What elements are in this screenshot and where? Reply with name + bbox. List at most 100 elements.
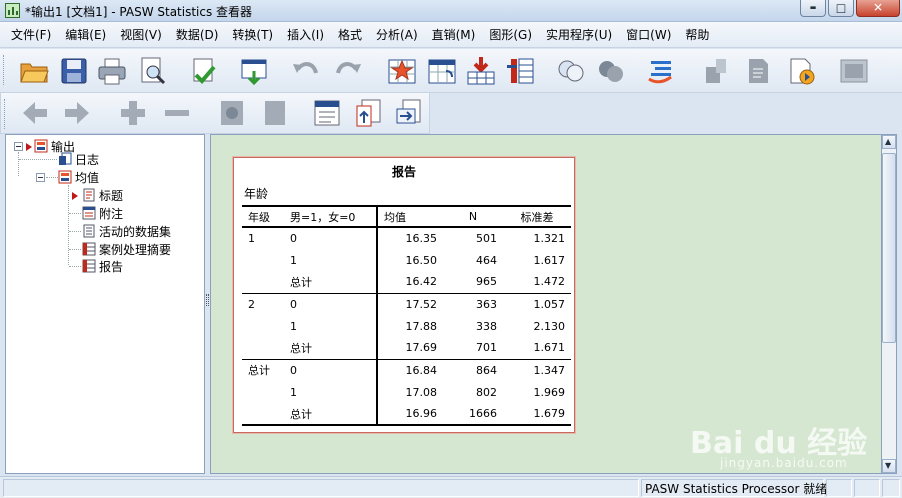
cell-sd: 1.347 xyxy=(503,358,571,381)
cell-sd: 1.969 xyxy=(533,385,566,399)
insert-cases-icon[interactable] xyxy=(465,55,497,87)
spelling-icon[interactable] xyxy=(700,55,732,87)
show-all-variables-icon[interactable] xyxy=(645,55,677,87)
forward-arrow-icon[interactable] xyxy=(61,97,93,129)
tree-node-active-dataset[interactable]: 活动的数据集 xyxy=(82,223,171,239)
cell-grade: 2 xyxy=(242,292,284,315)
notes-icon xyxy=(82,206,96,220)
cell-n: 965 xyxy=(476,275,497,289)
minimize-button[interactable]: ▬ xyxy=(800,0,826,17)
menu-help[interactable]: 帮助 xyxy=(678,23,716,47)
menu-edit[interactable]: 编辑(E) xyxy=(58,23,113,47)
means-book-icon xyxy=(58,170,72,184)
insert-text-icon[interactable] xyxy=(393,97,425,129)
title-icon xyxy=(82,188,96,202)
cell-sd: 1.679 xyxy=(503,403,571,426)
table-row: 总计 16.42 965 1.472 xyxy=(242,271,571,293)
back-arrow-icon[interactable] xyxy=(19,97,51,129)
insert-variable-icon[interactable] xyxy=(505,55,537,87)
hide-icon[interactable] xyxy=(259,97,291,129)
print-preview-icon[interactable] xyxy=(136,55,168,87)
goto-variable-icon[interactable] xyxy=(426,55,458,87)
menu-transform[interactable]: 转换(T) xyxy=(225,23,280,47)
goto-case-icon[interactable] xyxy=(386,55,418,87)
collapse-means-toggle[interactable] xyxy=(36,173,45,182)
active-dataset-icon xyxy=(82,224,96,238)
collapse-minus-icon[interactable] xyxy=(161,97,193,129)
tree-node-case-summary-label: 案例处理摘要 xyxy=(99,242,172,257)
case-summary-icon xyxy=(82,242,96,256)
tree-node-notes[interactable]: 附注 xyxy=(82,205,123,221)
scroll-down-button[interactable]: ▼ xyxy=(882,459,896,473)
tree-node-report[interactable]: 报告 xyxy=(82,258,123,274)
menu-graphs[interactable]: 图形(G) xyxy=(482,23,539,47)
maximize-icon: □ xyxy=(835,1,847,15)
splitter-grip-icon xyxy=(206,294,209,306)
header-mean: 均值 xyxy=(376,205,443,228)
tree-node-case-summary[interactable]: 案例处理摘要 xyxy=(82,241,171,257)
collapse-output-toggle[interactable] xyxy=(14,142,23,151)
print-icon[interactable] xyxy=(96,55,128,87)
expand-plus-icon[interactable] xyxy=(117,97,149,129)
cell-mean: 17.88 xyxy=(376,315,443,337)
maximize-button[interactable]: □ xyxy=(828,0,854,17)
cell-mean: 16.42 xyxy=(376,271,443,293)
menu-direct-marketing[interactable]: 直销(M) xyxy=(425,23,483,47)
tree-node-log[interactable]: 日志 xyxy=(58,151,99,167)
table-row: 总计 0 16.84 864 1.347 xyxy=(242,358,571,381)
outline-toolbar xyxy=(0,93,430,134)
outline-pane[interactable]: 输出 日志 均值 标题 附注 活动的数据集 案例处理摘要 报告 xyxy=(5,134,205,474)
menu-insert[interactable]: 插入(I) xyxy=(280,23,331,47)
cell-n: 864 xyxy=(443,358,503,381)
scroll-up-button[interactable]: ▲ xyxy=(882,135,896,149)
cell-grade: 总计 xyxy=(242,358,284,381)
cell-gender: 1 xyxy=(290,385,297,399)
insert-title-icon[interactable] xyxy=(353,97,385,129)
table-row: 1 16.50 464 1.617 xyxy=(242,249,571,271)
menu-file[interactable]: 文件(F) xyxy=(4,23,58,47)
menu-window[interactable]: 窗口(W) xyxy=(619,23,678,47)
scroll-thumb[interactable] xyxy=(882,153,896,343)
table-row: 1 0 16.35 501 1.321 xyxy=(242,227,571,249)
tree-connector xyxy=(18,152,19,176)
cell-n: 802 xyxy=(476,385,497,399)
open-folder-icon[interactable] xyxy=(18,55,50,87)
close-button[interactable]: ✕ xyxy=(856,0,900,17)
tree-node-title[interactable]: 标题 xyxy=(82,187,123,203)
menu-format[interactable]: 格式 xyxy=(331,23,369,47)
vertical-scrollbar[interactable]: ▲ ▼ xyxy=(881,134,897,474)
menu-data[interactable]: 数据(D) xyxy=(169,23,226,47)
report-pivot-table[interactable]: 报告 年龄 年级 男=1，女=0 均值 N 标准差 1 0 16.35 501 1.32… xyxy=(233,157,575,433)
menu-view[interactable]: 视图(V) xyxy=(113,23,169,47)
cell-n: 501 xyxy=(476,232,497,245)
cell-gender: 0 xyxy=(284,292,377,315)
cell-sd: 2.130 xyxy=(533,319,566,333)
insert-heading-icon[interactable] xyxy=(311,97,343,129)
menu-analyze[interactable]: 分析(A) xyxy=(369,23,425,47)
designate-window-icon[interactable] xyxy=(785,55,817,87)
title-bar: *输出1 [文档1] - PASW Statistics 查看器 ▬ □ ✕ xyxy=(0,0,902,22)
show-icon[interactable] xyxy=(216,97,248,129)
use-variable-sets-icon[interactable] xyxy=(595,55,627,87)
tree-connector xyxy=(69,213,81,214)
menu-utilities[interactable]: 实用程序(U) xyxy=(539,23,619,47)
redo-icon[interactable] xyxy=(332,55,364,87)
cell-sd: 1.472 xyxy=(533,275,566,289)
save-icon[interactable] xyxy=(58,55,90,87)
report-table-icon xyxy=(82,259,96,273)
tree-node-means[interactable]: 均值 xyxy=(58,169,99,185)
run-script-icon[interactable] xyxy=(742,55,774,87)
tree-connector xyxy=(69,249,81,250)
tree-connector xyxy=(69,231,81,232)
processor-status: PASW Statistics Processor 就绪 xyxy=(645,482,828,496)
cell-n: 338 xyxy=(476,319,497,333)
export-icon[interactable] xyxy=(188,55,220,87)
pasw-app-icon[interactable] xyxy=(5,3,20,18)
value-labels-icon[interactable] xyxy=(555,55,587,87)
toolbar-grip[interactable] xyxy=(3,55,6,85)
cell-grade xyxy=(242,271,284,293)
cell-gender: 总计 xyxy=(290,275,312,289)
undo-icon[interactable] xyxy=(290,55,322,87)
recall-dialog-icon[interactable] xyxy=(238,55,270,87)
toolbar-grip[interactable] xyxy=(4,99,7,129)
